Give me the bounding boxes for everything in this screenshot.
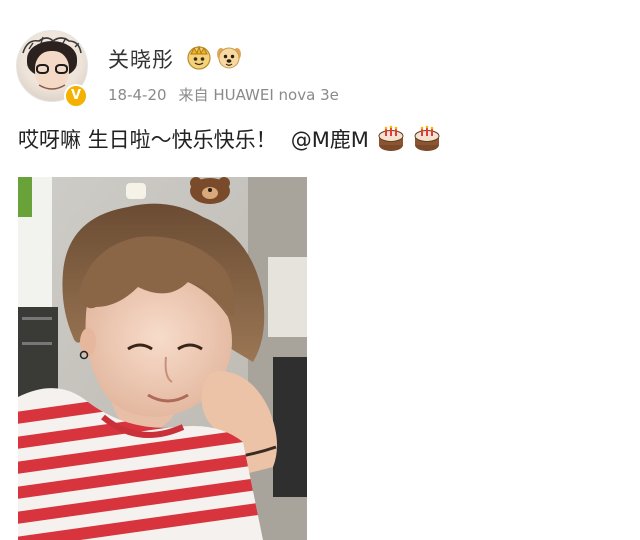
source-device[interactable]: HUAWEI nova 3e xyxy=(213,86,339,104)
source-prefix: 来自 xyxy=(178,86,209,104)
cake-icon xyxy=(413,125,441,153)
mention-link[interactable]: @M鹿M xyxy=(291,124,369,154)
username[interactable]: 关晓彤 xyxy=(108,44,174,74)
post-meta: 18-4-20 来自 HUAWEI nova 3e xyxy=(108,84,339,105)
post-date[interactable]: 18-4-20 xyxy=(108,86,167,104)
avatar[interactable]: V xyxy=(14,28,88,108)
user-badges xyxy=(186,44,242,70)
post-body-text: 哎呀嘛 生日啦～快乐快乐！ xyxy=(18,128,277,152)
selfie-photo[interactable] xyxy=(18,177,307,540)
post-text: 哎呀嘛 生日啦～快乐快乐！ @M鹿M xyxy=(18,124,441,154)
cake-icon xyxy=(377,125,405,153)
crown-badge-icon[interactable] xyxy=(186,44,212,70)
weibo-post: V 关晓彤 18-4-20 来自 HUAWEI nova 3e 哎呀嘛 生日啦～… xyxy=(0,0,640,540)
dog-face-badge-icon[interactable] xyxy=(216,44,242,70)
verified-badge-icon: V xyxy=(64,84,88,108)
